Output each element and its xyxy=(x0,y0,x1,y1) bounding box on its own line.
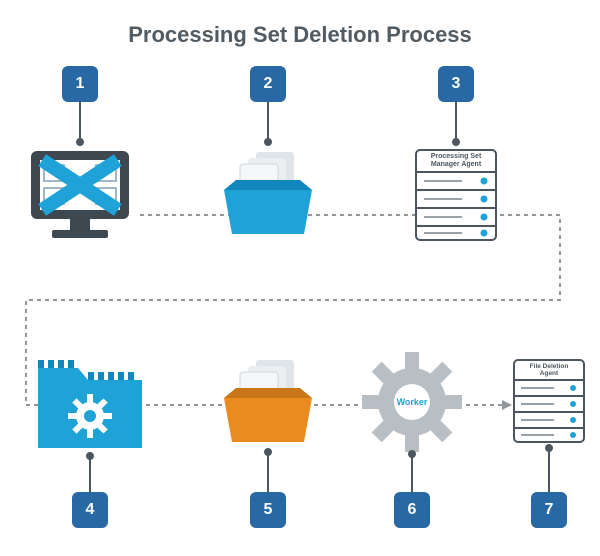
monitor-delete-icon xyxy=(30,150,130,246)
server-agent-icon: Processing Set Manager Agent xyxy=(414,148,498,242)
step-badge-1: 1 xyxy=(62,66,98,102)
step-badge-7: 7 xyxy=(531,492,567,528)
stem xyxy=(455,102,457,142)
stem xyxy=(548,448,550,492)
agent-label: File Deletion Agent xyxy=(512,363,586,377)
worker-label: Worker xyxy=(397,397,428,407)
diagram-canvas: Processing Set Deletion Process 1 2 3 xyxy=(0,0,600,556)
stem xyxy=(267,452,269,492)
step-number: 2 xyxy=(264,75,273,93)
step-number: 7 xyxy=(545,501,554,519)
step-number: 3 xyxy=(452,75,461,93)
step-badge-5: 5 xyxy=(250,492,286,528)
step-badge-4: 4 xyxy=(72,492,108,528)
folder-gear-icon xyxy=(34,352,146,454)
stem xyxy=(89,456,91,492)
step-number: 5 xyxy=(264,501,273,519)
step-badge-3: 3 xyxy=(438,66,474,102)
filebox-blue-icon xyxy=(222,150,314,240)
agent-label: Processing Set Manager Agent xyxy=(414,153,498,168)
step-badge-6: 6 xyxy=(394,492,430,528)
server-file-deletion-icon: File Deletion Agent xyxy=(512,358,586,444)
stem xyxy=(411,454,413,492)
gear-worker-icon: Worker xyxy=(360,350,464,454)
filebox-orange-icon xyxy=(222,358,314,448)
step-number: 4 xyxy=(86,501,95,519)
stem xyxy=(79,102,81,142)
stem xyxy=(267,102,269,142)
step-number: 6 xyxy=(408,501,417,519)
step-badge-2: 2 xyxy=(250,66,286,102)
step-number: 1 xyxy=(76,75,85,93)
